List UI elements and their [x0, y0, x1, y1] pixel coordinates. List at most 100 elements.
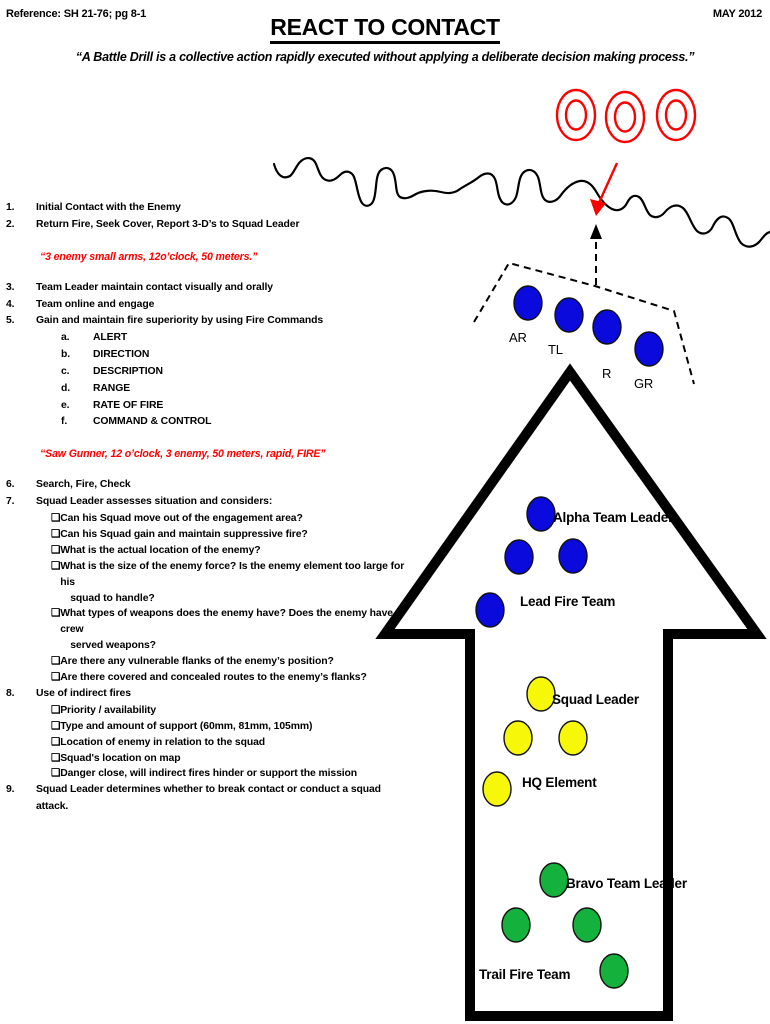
- label-alpha-team-leader: Alpha Team Leader: [553, 510, 674, 525]
- step-item-9: 9. Squad Leader determines whether to br…: [6, 782, 406, 816]
- step-number: 1.: [6, 202, 15, 213]
- fire-command-letter: c.: [61, 365, 70, 377]
- label-ar: AR: [509, 330, 527, 345]
- hq-soldier-marker: [482, 771, 512, 807]
- label-lead-fire-team: Lead Fire Team: [520, 594, 616, 609]
- label-r: R: [602, 366, 612, 381]
- enemy-symbol-1: [555, 88, 597, 142]
- enemy-contact-arrow: [590, 162, 619, 216]
- consideration-text: Are there covered and concealed routes t…: [60, 672, 367, 684]
- step-number: 6.: [6, 479, 15, 491]
- checkbox-icon: ❑: [51, 672, 61, 684]
- consideration-item: ❑ What is the size of the enemy force? I…: [6, 559, 406, 607]
- checkbox-icon: ❑: [51, 656, 61, 668]
- consideration-text: Are there any vulnerable flanks of the e…: [60, 656, 334, 668]
- bravo-soldier-marker: [501, 907, 531, 943]
- consideration-item: ❑ What types of weapons does the enemy h…: [6, 606, 406, 654]
- step-number: 7.: [6, 496, 15, 508]
- fire-command-text: DESCRIPTION: [93, 365, 163, 377]
- fire-command-e: e. RATE OF FIRE: [6, 398, 406, 415]
- step-text: Use of indirect fires: [36, 687, 131, 699]
- consideration-line-1: What is the size of the enemy force? Is …: [60, 560, 405, 588]
- step-item-5: 5. Gain and maintain fire superiority by…: [6, 313, 406, 330]
- indirect-fire-item: ❑ Priority / availability: [6, 703, 406, 719]
- consideration-item: ❑ Can his Squad gain and maintain suppre…: [6, 527, 406, 543]
- fire-command-b: b. DIRECTION: [6, 347, 406, 364]
- hq-soldier-marker: [558, 720, 588, 756]
- enemy-symbol-group: [555, 88, 697, 144]
- page-title-underline: REACT TO CONTACT: [270, 14, 500, 44]
- step-item-7: 7. Squad Leader assesses situation and c…: [6, 494, 406, 511]
- step-item-8: 8. Use of indirect fires: [6, 686, 406, 703]
- hq-soldier-marker: [503, 720, 533, 756]
- steps-list: 1. Initial Contact with the Enemy 2. Ret…: [6, 200, 406, 816]
- step-text: Return Fire, Seek Cover, Report 3-D’s to…: [36, 218, 300, 230]
- bravo-team-leader-marker: [539, 862, 569, 898]
- lead-team-row: [513, 285, 664, 367]
- enemy-symbol-3: [655, 88, 697, 142]
- step-item-2: 2. Return Fire, Seek Cover, Report 3-D’s…: [6, 217, 406, 234]
- fire-command-letter: a.: [61, 332, 70, 344]
- fire-command-letter: b.: [61, 349, 71, 361]
- fire-command-f: f. COMMAND & CONTROL: [6, 414, 406, 431]
- fire-command-letter: e.: [61, 399, 70, 411]
- checkbox-icon: ❑: [51, 736, 61, 748]
- checkbox-icon: ❑: [51, 752, 61, 764]
- checkbox-icon: ❑: [51, 720, 61, 732]
- indirect-fire-item: ❑ Squad's location on map: [6, 751, 406, 767]
- step-item-4: 4. Team online and engage: [6, 297, 406, 314]
- squad-direction-arrow: [590, 224, 602, 285]
- slide-root: Reference: SH 21-76; pg 8-1 MAY 2012 REA…: [0, 0, 770, 1024]
- fire-command-letter: d.: [61, 382, 71, 394]
- consideration-item: ❑ Are there covered and concealed routes…: [6, 670, 406, 686]
- label-hq-element: HQ Element: [522, 775, 597, 790]
- step-item-3: 3. Team Leader maintain contact visually…: [6, 280, 406, 297]
- consideration-text: What is the actual location of the enemy…: [60, 544, 261, 556]
- fire-command-text: COMMAND & CONTROL: [93, 416, 212, 428]
- indirect-fire-item: ❑ Location of enemy in relation to the s…: [6, 735, 406, 751]
- consideration-line-2: served weapons?: [70, 640, 156, 652]
- checkbox-icon: ❑: [51, 560, 61, 572]
- contact-report-quote: “3 enemy small arms, 12o’clock, 50 meter…: [40, 250, 258, 263]
- soldier-marker-tl: [554, 297, 584, 333]
- label-trail-fire-team: Trail Fire Team: [479, 967, 571, 982]
- subtitle-text: “A Battle Drill is a collective action r…: [75, 50, 695, 64]
- fire-command-text: RATE OF FIRE: [93, 399, 164, 411]
- step-number: 5.: [6, 315, 15, 327]
- soldier-marker-ar: [513, 285, 543, 321]
- step-text: Squad Leader determines whether to break…: [36, 784, 381, 813]
- fire-command-quote: “Saw Gunner, 12 o’clock, 3 enemy, 50 met…: [40, 448, 326, 461]
- fire-command-c: c. DESCRIPTION: [6, 364, 406, 381]
- checkbox-icon: ❑: [51, 704, 61, 716]
- checkbox-icon: ❑: [51, 608, 61, 620]
- page-title: REACT TO CONTACT: [0, 14, 770, 44]
- step-number: 4.: [6, 298, 15, 310]
- indirect-fire-item: ❑ Type and amount of support (60mm, 81mm…: [6, 719, 406, 735]
- fire-command-letter: f.: [61, 416, 68, 428]
- indirect-fire-text: Location of enemy in relation to the squ…: [60, 736, 266, 748]
- step-text: Initial Contact with the Enemy: [36, 202, 181, 213]
- step-text: Squad Leader assesses situation and cons…: [36, 496, 273, 508]
- alpha-soldier-marker: [558, 538, 588, 574]
- fire-command-d: d. RANGE: [6, 381, 406, 398]
- fire-command-text: RANGE: [93, 382, 131, 394]
- indirect-fire-text: Danger close, will indirect fires hinder…: [60, 768, 358, 780]
- step-number: 8.: [6, 687, 15, 699]
- fire-command-a: a. ALERT: [6, 330, 406, 347]
- alpha-soldier-marker: [504, 539, 534, 575]
- soldier-marker-r: [592, 309, 622, 345]
- step-item-6: 6. Search, Fire, Check: [6, 477, 406, 494]
- fire-command-text: ALERT: [93, 332, 128, 344]
- step-item-1: 1. Initial Contact with the Enemy: [6, 200, 406, 217]
- label-bravo-team-leader: Bravo Team Leader: [566, 876, 687, 891]
- step-number: 9.: [6, 784, 15, 796]
- step-text: Team Leader maintain contact visually an…: [36, 281, 273, 293]
- consideration-text: What types of weapons does the enemy hav…: [60, 606, 406, 654]
- consideration-item: ❑ What is the actual location of the ene…: [6, 543, 406, 559]
- checkbox-icon: ❑: [51, 544, 61, 556]
- step-number: 3.: [6, 281, 15, 293]
- enemy-symbol-2: [604, 90, 646, 144]
